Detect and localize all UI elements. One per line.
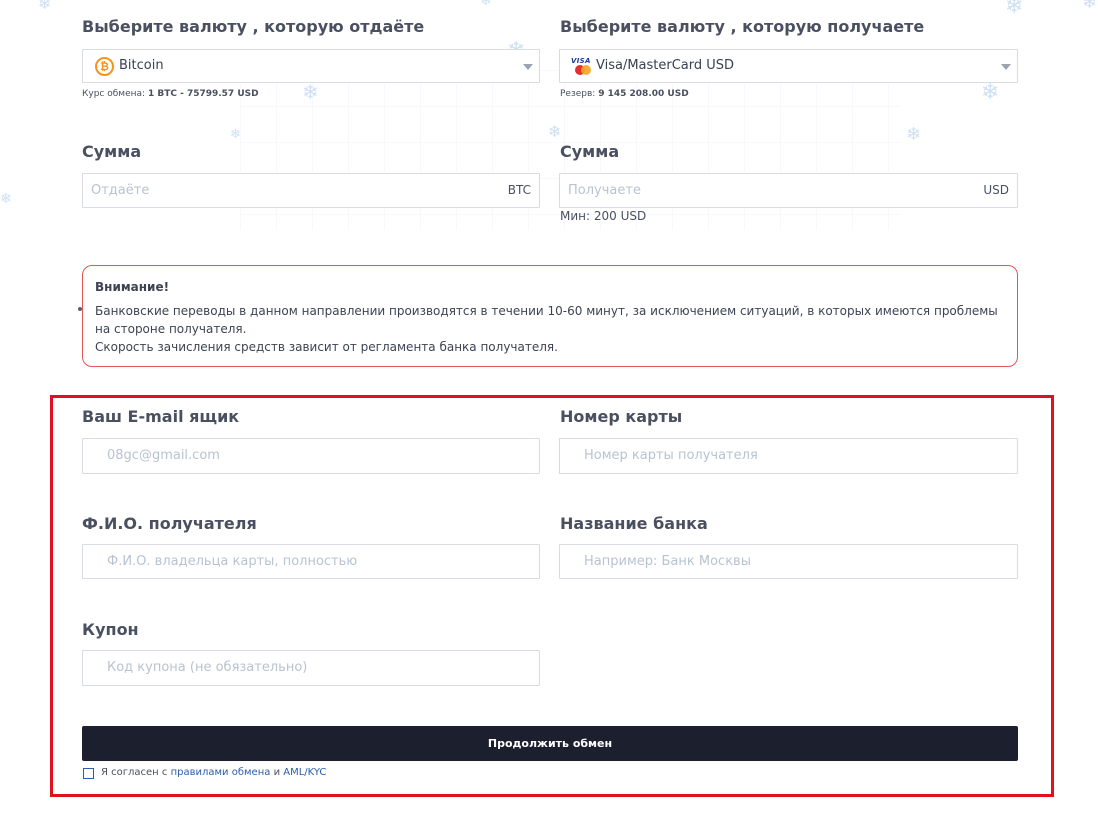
reserve-info: Резерв: 9 145 208.00 USD <box>560 89 689 99</box>
receive-currency-select[interactable]: VISA Visa/MasterCard USD <box>559 49 1018 83</box>
amount-receive-input[interactable]: Получаете USD <box>559 173 1018 208</box>
coupon-placeholder: Код купона (не обязательно) <box>107 660 308 675</box>
amount-give-currency: BTC <box>507 183 531 197</box>
aml-kyc-link[interactable]: AML/KYC <box>283 767 326 778</box>
snowflake-icon: ❄ <box>1005 0 1024 19</box>
exchange-rate: Курс обмена: 1 BTC - 75799.57 USD <box>82 89 259 99</box>
email-placeholder: 08gc@gmail.com <box>107 448 220 463</box>
coupon-title: Купон <box>82 620 139 639</box>
card-number-field[interactable]: Номер карты получателя <box>559 438 1018 474</box>
alert-text: Банковские переводы в данном направлении… <box>95 302 1005 356</box>
chevron-down-icon <box>1001 64 1011 70</box>
give-currency-selected: Bitcoin <box>119 58 164 73</box>
amount-give-input[interactable]: Отдаёте BTC <box>82 173 540 208</box>
snowflake-icon: ❄ <box>906 124 922 145</box>
snowflake-icon: ❄ <box>1082 0 1098 13</box>
visa-mastercard-icon: VISA <box>571 57 593 75</box>
coupon-field[interactable]: Код купона (не обязательно) <box>82 650 540 686</box>
agreement-conj: и <box>273 767 281 778</box>
amount-receive-placeholder: Получаете <box>568 183 641 198</box>
recipient-name-title: Ф.И.О. получателя <box>82 514 257 533</box>
bank-name-placeholder: Например: Банк Москвы <box>584 554 751 569</box>
exchange-rate-label: Курс обмена: <box>82 89 146 99</box>
email-title: Ваш E-mail ящик <box>82 407 240 426</box>
snowflake-icon: ❄ <box>38 0 52 13</box>
min-amount-note: Мин: 200 USD <box>560 209 647 223</box>
bank-name-title: Название банка <box>560 514 708 533</box>
warning-alert: Внимание! Банковские переводы в данном н… <box>82 265 1018 367</box>
recipient-name-field[interactable]: Ф.И.О. владельца карты, полностью <box>82 544 540 579</box>
chevron-down-icon <box>523 64 533 70</box>
agreement-prefix: Я согласен с <box>101 767 168 778</box>
amount-receive-title: Сумма <box>560 142 620 161</box>
email-field[interactable]: 08gc@gmail.com <box>82 438 540 474</box>
amount-give-placeholder: Отдаёте <box>91 183 150 198</box>
exchange-rate-value: 1 BTC - 75799.57 USD <box>147 89 259 99</box>
snowflake-icon: ❄ <box>480 0 492 9</box>
amount-receive-currency: USD <box>983 183 1009 197</box>
agreement-text: Я согласен с правилами обмена и AML/KYC <box>101 767 326 778</box>
reserve-value: 9 145 208.00 USD <box>598 89 689 99</box>
snowflake-icon: ❄ <box>981 80 1000 105</box>
amount-give-title: Сумма <box>82 142 142 161</box>
recipient-name-placeholder: Ф.И.О. владельца карты, полностью <box>107 554 358 569</box>
alert-line-2: Скорость зачисления средств зависит от р… <box>95 340 558 354</box>
receive-currency-title: Выберите валюту , которую получаете <box>560 17 925 36</box>
receive-currency-selected: Visa/MasterCard USD <box>596 58 735 73</box>
bitcoin-icon: ₿ <box>95 57 114 76</box>
card-number-title: Номер карты <box>560 407 683 426</box>
snowflake-icon: ❄ <box>0 191 12 207</box>
alert-line-1: Банковские переводы в данном направлении… <box>95 304 998 336</box>
give-currency-select[interactable]: ₿ Bitcoin <box>82 49 540 83</box>
bank-name-field[interactable]: Например: Банк Москвы <box>559 544 1018 579</box>
alert-title: Внимание! <box>95 280 170 294</box>
continue-exchange-button[interactable]: Продолжить обмен <box>82 726 1018 761</box>
agreement-checkbox[interactable] <box>83 768 94 779</box>
give-currency-title: Выберите валюту , которую отдаёте <box>82 17 425 36</box>
exchange-rules-link[interactable]: правилами обмена <box>171 767 271 778</box>
card-number-placeholder: Номер карты получателя <box>584 448 758 463</box>
reserve-label: Резерв: <box>560 89 596 99</box>
